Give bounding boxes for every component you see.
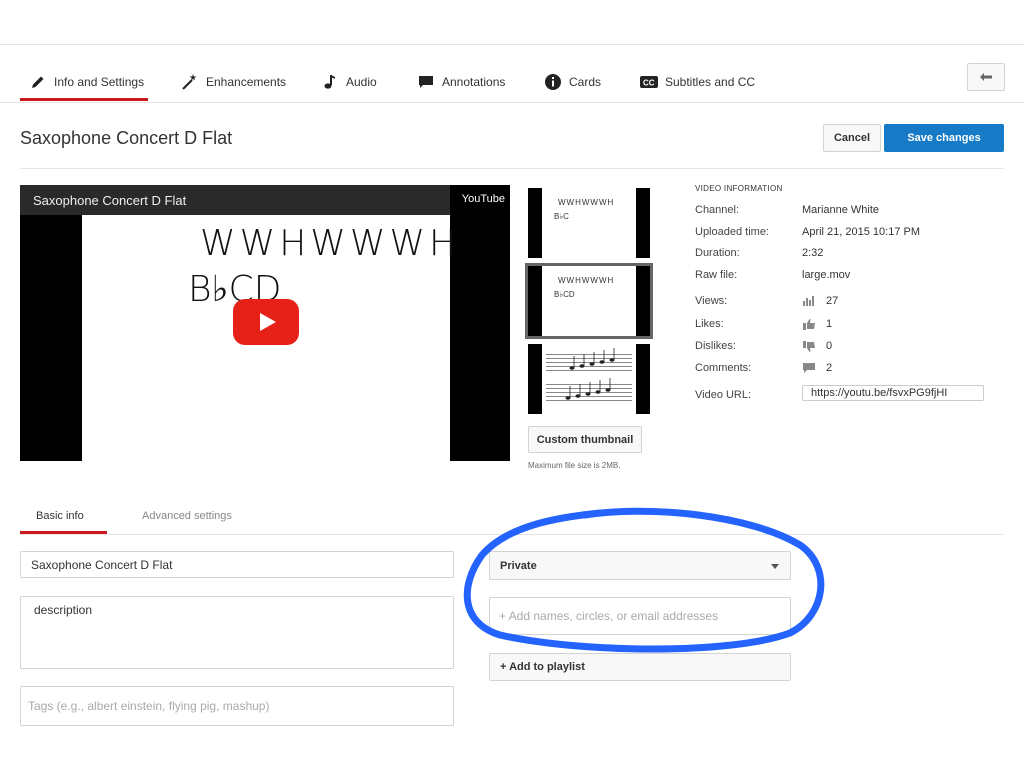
speech-bubble-icon xyxy=(416,72,436,92)
channel-label: Channel: xyxy=(695,204,740,216)
cc-icon: CC xyxy=(639,72,659,92)
info-icon xyxy=(543,72,563,92)
tab-basic-info[interactable]: Basic info xyxy=(36,510,84,522)
uploaded-time-value: April 21, 2015 10:17 PM xyxy=(802,226,921,238)
thumbnail-option-3[interactable] xyxy=(528,344,650,414)
thumbnail-image xyxy=(542,344,636,414)
tab-subtitles-and-cc[interactable]: CC Subtitles and CC xyxy=(639,62,755,102)
duration-label: Duration: xyxy=(695,247,740,259)
bar-chart-icon xyxy=(802,295,816,307)
views-value: 27 xyxy=(826,295,839,307)
views-label: Views: xyxy=(695,295,728,307)
tab-label: Audio xyxy=(346,75,377,89)
views-stat: 27 xyxy=(802,295,838,307)
sheet-music-notes xyxy=(565,348,615,400)
video-url-input[interactable] xyxy=(802,385,984,401)
dislikes-label: Dislikes: xyxy=(695,340,736,352)
likes-value: 1 xyxy=(826,318,833,330)
raw-file-label: Raw file: xyxy=(695,269,738,281)
tab-label: Info and Settings xyxy=(54,75,145,89)
thumbnail-text-line2: B♭C xyxy=(554,212,569,221)
comments-value: 2 xyxy=(826,362,833,374)
tab-annotations[interactable]: Annotations xyxy=(416,62,505,102)
tags-input[interactable] xyxy=(20,686,454,726)
uploaded-time-label: Uploaded time: xyxy=(695,226,769,238)
thumbnail-option-2[interactable]: WWHWWWH B♭CD xyxy=(525,263,653,339)
thumbnail-text-line1: WWHWWWH xyxy=(558,198,615,207)
thumbnail-image: WWHWWWH B♭CD xyxy=(542,266,636,336)
likes-label: Likes: xyxy=(695,318,724,330)
player-title-bar: Saxophone Concert D Flat xyxy=(20,185,450,215)
tab-enhancements[interactable]: Enhancements xyxy=(180,62,286,102)
comment-icon xyxy=(802,362,816,374)
tab-info-and-settings[interactable]: Info and Settings xyxy=(28,62,144,102)
duration-value: 2:32 xyxy=(802,247,824,259)
dislikes-stat: 0 xyxy=(802,340,832,352)
tab-advanced-settings[interactable]: Advanced settings xyxy=(142,510,232,522)
pencil-icon xyxy=(28,72,48,92)
header-divider xyxy=(20,168,1004,169)
play-icon[interactable] xyxy=(233,299,299,345)
active-tab-indicator xyxy=(20,98,148,101)
privacy-select[interactable]: Private xyxy=(489,551,791,580)
thumbs-up-icon xyxy=(802,318,816,330)
thumbnail-option-1[interactable]: WWHWWWH B♭C xyxy=(528,188,650,258)
share-input[interactable] xyxy=(489,597,791,635)
tab-label: Annotations xyxy=(442,75,506,89)
thumbnail-image: WWHWWWH B♭C xyxy=(542,188,636,258)
youtube-logo[interactable]: YouTube xyxy=(462,193,505,205)
video-url-label: Video URL: xyxy=(695,389,752,401)
cancel-button[interactable]: Cancel xyxy=(823,124,881,152)
max-file-size-note: Maximum file size is 2MB. xyxy=(528,461,621,470)
custom-thumbnail-button[interactable]: Custom thumbnail xyxy=(528,426,642,453)
video-player[interactable]: WWHWWWH B♭CD Saxophone Concert D Flat Yo… xyxy=(20,185,510,461)
thumbnail-text-line2: B♭CD xyxy=(554,290,575,299)
description-input[interactable]: description xyxy=(20,596,454,669)
frame-handwriting-line1: WWHWWWH xyxy=(200,223,461,264)
save-changes-button[interactable]: Save changes xyxy=(884,124,1004,152)
page-title: Saxophone Concert D Flat xyxy=(20,128,233,148)
svg-text:CC: CC xyxy=(643,79,655,88)
music-note-icon xyxy=(320,72,340,92)
thumbnail-text-line1: WWHWWWH xyxy=(558,276,615,285)
privacy-value: Private xyxy=(500,559,537,572)
comments-label: Comments: xyxy=(695,362,752,374)
player-title: Saxophone Concert D Flat xyxy=(33,193,187,208)
tab-label: Subtitles and CC xyxy=(665,75,756,89)
tab-audio[interactable]: Audio xyxy=(320,62,377,102)
comments-stat: 2 xyxy=(802,362,832,374)
tab-cards[interactable]: Cards xyxy=(543,62,601,102)
magic-wand-icon xyxy=(180,72,200,92)
video-info-heading: VIDEO INFORMATION xyxy=(695,184,783,193)
channel-value: Marianne White xyxy=(802,204,880,216)
thumbs-down-icon xyxy=(802,340,816,352)
likes-stat: 1 xyxy=(802,318,832,330)
tab-label: Cards xyxy=(569,75,602,89)
subtab-divider xyxy=(20,534,1004,535)
title-input[interactable] xyxy=(20,551,454,578)
back-arrow-icon xyxy=(979,72,993,82)
dislikes-value: 0 xyxy=(826,340,833,352)
chevron-down-icon xyxy=(771,564,779,569)
top-divider xyxy=(0,44,1024,45)
raw-file-value: large.mov xyxy=(802,269,851,281)
add-to-playlist-button[interactable]: + Add to playlist xyxy=(489,653,791,681)
tab-label: Enhancements xyxy=(206,75,287,89)
back-button[interactable] xyxy=(967,63,1005,91)
tab-divider xyxy=(0,102,1024,103)
